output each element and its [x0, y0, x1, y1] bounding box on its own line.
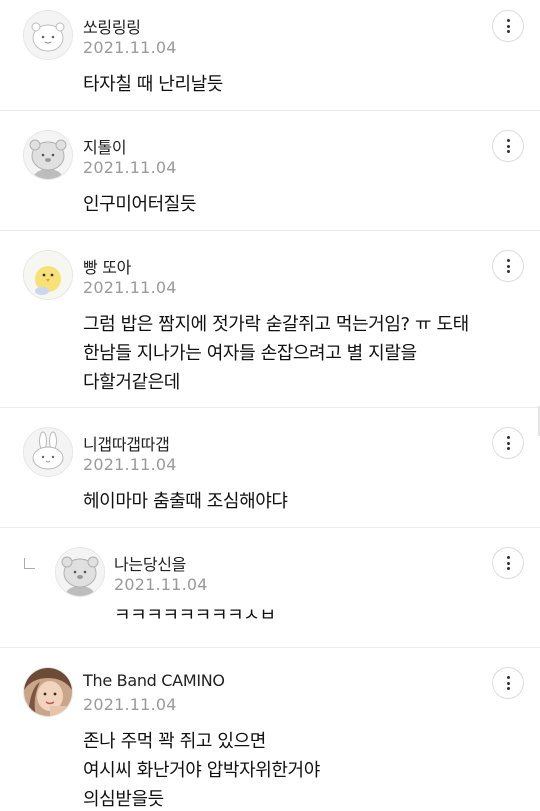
comment-date: 2021.11.04 [83, 38, 177, 57]
more-options-button[interactable] [492, 427, 524, 459]
comment-author[interactable]: 지톨이 [83, 134, 127, 158]
dot-icon [506, 139, 510, 142]
bear-avatar-icon[interactable] [55, 547, 105, 597]
comment-text: 타자칠 때 난리날듯 [83, 74, 223, 95]
dot-icon [506, 150, 510, 153]
dot-icon [506, 556, 510, 559]
divider [0, 407, 540, 408]
comment-date: 2021.11.04 [114, 575, 208, 594]
comment-text-line: 여시씨 화난거야 압박자위한거야 [83, 760, 320, 781]
divider [0, 230, 540, 231]
comment-author[interactable]: 나는당신을 [114, 551, 186, 575]
comment-text-line: 존나 주먹 꽉 쥐고 있으면 [83, 731, 266, 752]
dot-icon [506, 144, 510, 148]
more-options-button[interactable] [492, 130, 524, 162]
more-options-button[interactable] [492, 547, 524, 579]
comment-date: 2021.11.04 [83, 278, 177, 297]
comment-date: 2021.11.04 [83, 455, 177, 474]
more-options-button[interactable] [492, 667, 524, 699]
dot-icon [506, 441, 510, 445]
dot-icon [506, 259, 510, 262]
dot-icon [506, 270, 510, 273]
comment-text-line: 다할거같은데 [83, 372, 180, 393]
divider [0, 527, 540, 528]
comment-date: 2021.11.04 [83, 695, 177, 714]
dot-icon [506, 30, 510, 33]
divider [0, 647, 540, 648]
comment-text: ㅋㅋㅋㅋㅋㅋㅋㅋㅅㅂ [114, 609, 276, 621]
comment-author[interactable]: 니갭따갭따갭 [83, 431, 170, 455]
bunny-avatar-icon[interactable] [23, 427, 73, 477]
dot-icon [506, 264, 510, 268]
dot-icon [506, 19, 510, 22]
comment-text: 인구미어터질듯 [83, 194, 197, 215]
divider [0, 110, 540, 111]
dot-icon [506, 561, 510, 565]
comment-text-line: 한남들 지나가는 여자들 손잡으려고 별 지랄을 [83, 343, 417, 364]
dot-icon [506, 687, 510, 690]
hamster-avatar-icon[interactable] [23, 10, 73, 60]
comment-text-clipped: ㅋㅋㅋㅋㅋㅋㅋㅋㅅㅂ [114, 609, 276, 621]
bear-avatar-icon[interactable] [23, 130, 73, 180]
dot-icon [506, 447, 510, 450]
more-options-button[interactable] [492, 10, 524, 42]
comment-text-line: 그럼 밥은 짬지에 젓가락 숟갈쥐고 먹는거임? ㅠ 도태 [83, 314, 469, 335]
comment-text: 헤이마마 춤출때 조심해야댜 [83, 491, 288, 512]
dot-icon [506, 676, 510, 679]
comment-author[interactable]: The Band CAMINO [83, 671, 225, 690]
dot-icon [506, 681, 510, 685]
comment-text-line: 의심받을듯 [83, 789, 164, 810]
chick-avatar-icon[interactable] [23, 250, 73, 300]
dot-icon [506, 436, 510, 439]
more-options-button[interactable] [492, 250, 524, 282]
comment-date: 2021.11.04 [83, 158, 177, 177]
reply-arrow-icon [24, 558, 35, 569]
dot-icon [506, 24, 510, 28]
dot-icon [506, 567, 510, 570]
comment-author[interactable]: 쏘링링링 [83, 14, 141, 38]
comment-author[interactable]: 빵 또아 [83, 254, 131, 278]
profile-photo-avatar[interactable] [23, 667, 73, 717]
